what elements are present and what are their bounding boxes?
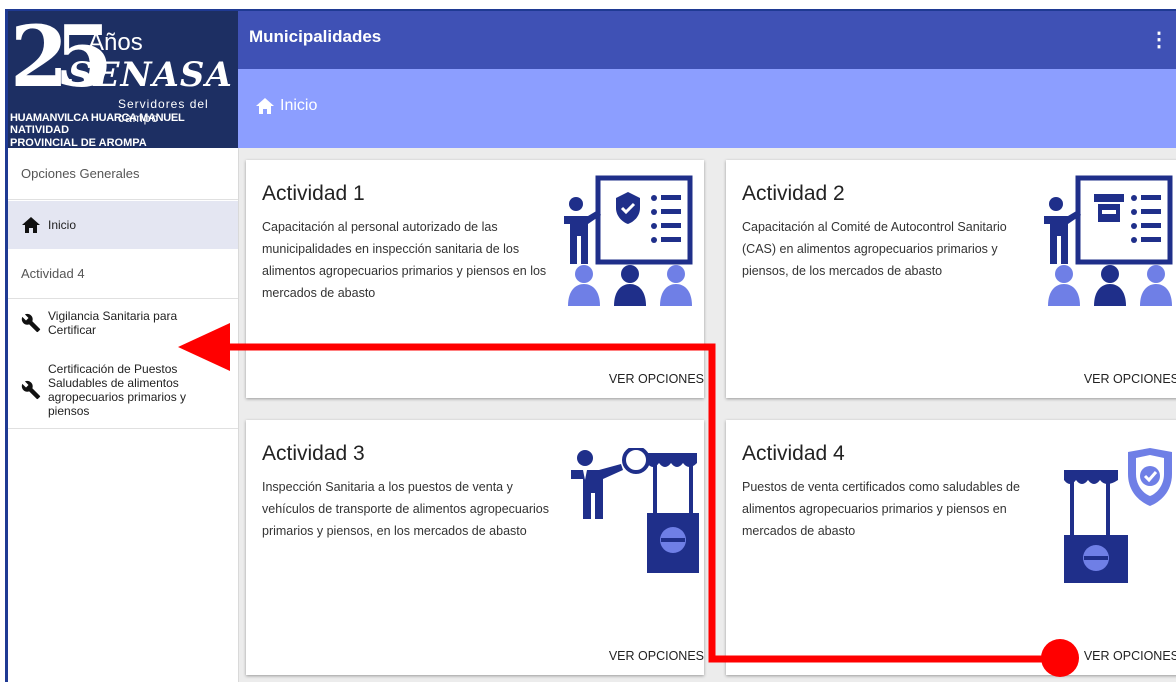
annotation-arrow bbox=[178, 323, 1079, 677]
app-window: 25 Años SENASA Servidores del campo HUAM… bbox=[5, 9, 1176, 682]
